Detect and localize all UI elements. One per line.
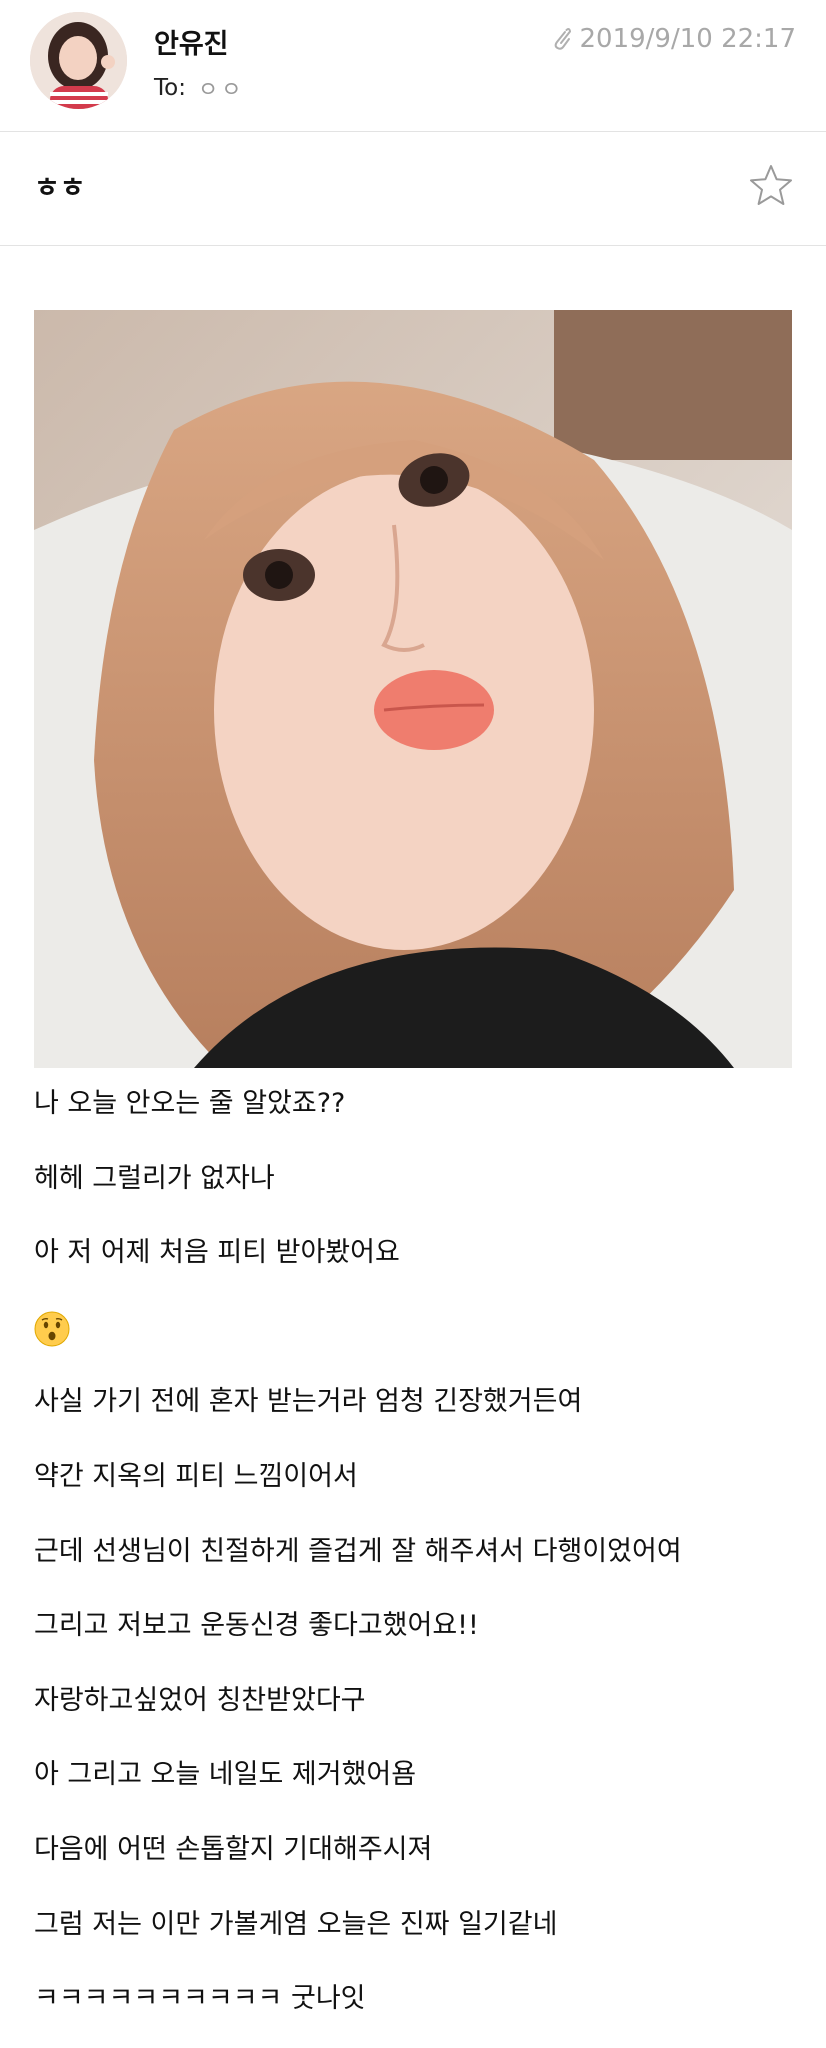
- selfie-photo[interactable]: [34, 310, 792, 1068]
- date-text: 2019/9/10 22:17: [579, 24, 796, 54]
- message-line: 다음에 어떤 손톱할지 기대해주시져: [34, 1833, 433, 1865]
- avatar[interactable]: [30, 12, 127, 109]
- message-line: 그리고 저보고 운동신경 좋다고했어요!!: [34, 1610, 479, 1642]
- recipient-name[interactable]: ㅇㅇ: [198, 72, 244, 104]
- message-line: 자랑하고싶었어 칭찬받았다구: [34, 1684, 366, 1716]
- to-label: To:: [154, 75, 186, 101]
- message-line: 약간 지옥의 피티 느낌이어서: [34, 1460, 358, 1492]
- recipient-row: To: ㅇㅇ: [154, 72, 244, 104]
- star-outline-icon[interactable]: [748, 163, 794, 209]
- subject-title: ㅎㅎ: [34, 171, 86, 204]
- header-divider: [0, 131, 826, 132]
- message-line: 그럼 저는 이만 가볼게염 오늘은 진짜 일기같네: [34, 1908, 558, 1940]
- message-line: 아 저 어제 처음 피티 받아봤어요: [34, 1237, 400, 1269]
- sender-name: 안유진: [154, 29, 229, 60]
- message-line: 아 그리고 오늘 네일도 제거했어욤: [34, 1759, 417, 1791]
- mail-header: 안유진 To: ㅇㅇ 2019/9/10 22:17: [0, 0, 826, 131]
- message-line: ㅋㅋㅋㅋㅋㅋㅋㅋㅋㅋ 굿나잇: [34, 1983, 366, 2015]
- message-line: 헤헤 그럴리가 없자나: [34, 1162, 275, 1194]
- message-line: 사실 가기 전에 혼자 받는거라 엄청 긴장했거든여: [34, 1386, 583, 1418]
- paperclip-icon: [551, 26, 572, 52]
- message-line: 근데 선생님이 친절하게 즐겁게 잘 해주셔서 다행이었어여: [34, 1535, 682, 1567]
- message-line: 나 오늘 안오는 줄 알았죠??: [34, 1088, 346, 1119]
- message-body: 나 오늘 안오는 줄 알았죠?? 헤헤 그럴리가 없자나 아 저 어제 처음 피…: [34, 1081, 794, 2048]
- emoji-line: [34, 1305, 794, 1380]
- hushed-face-emoji-icon: [34, 1311, 70, 1347]
- subject-divider: [0, 245, 826, 246]
- sent-date: 2019/9/10 22:17: [551, 24, 796, 54]
